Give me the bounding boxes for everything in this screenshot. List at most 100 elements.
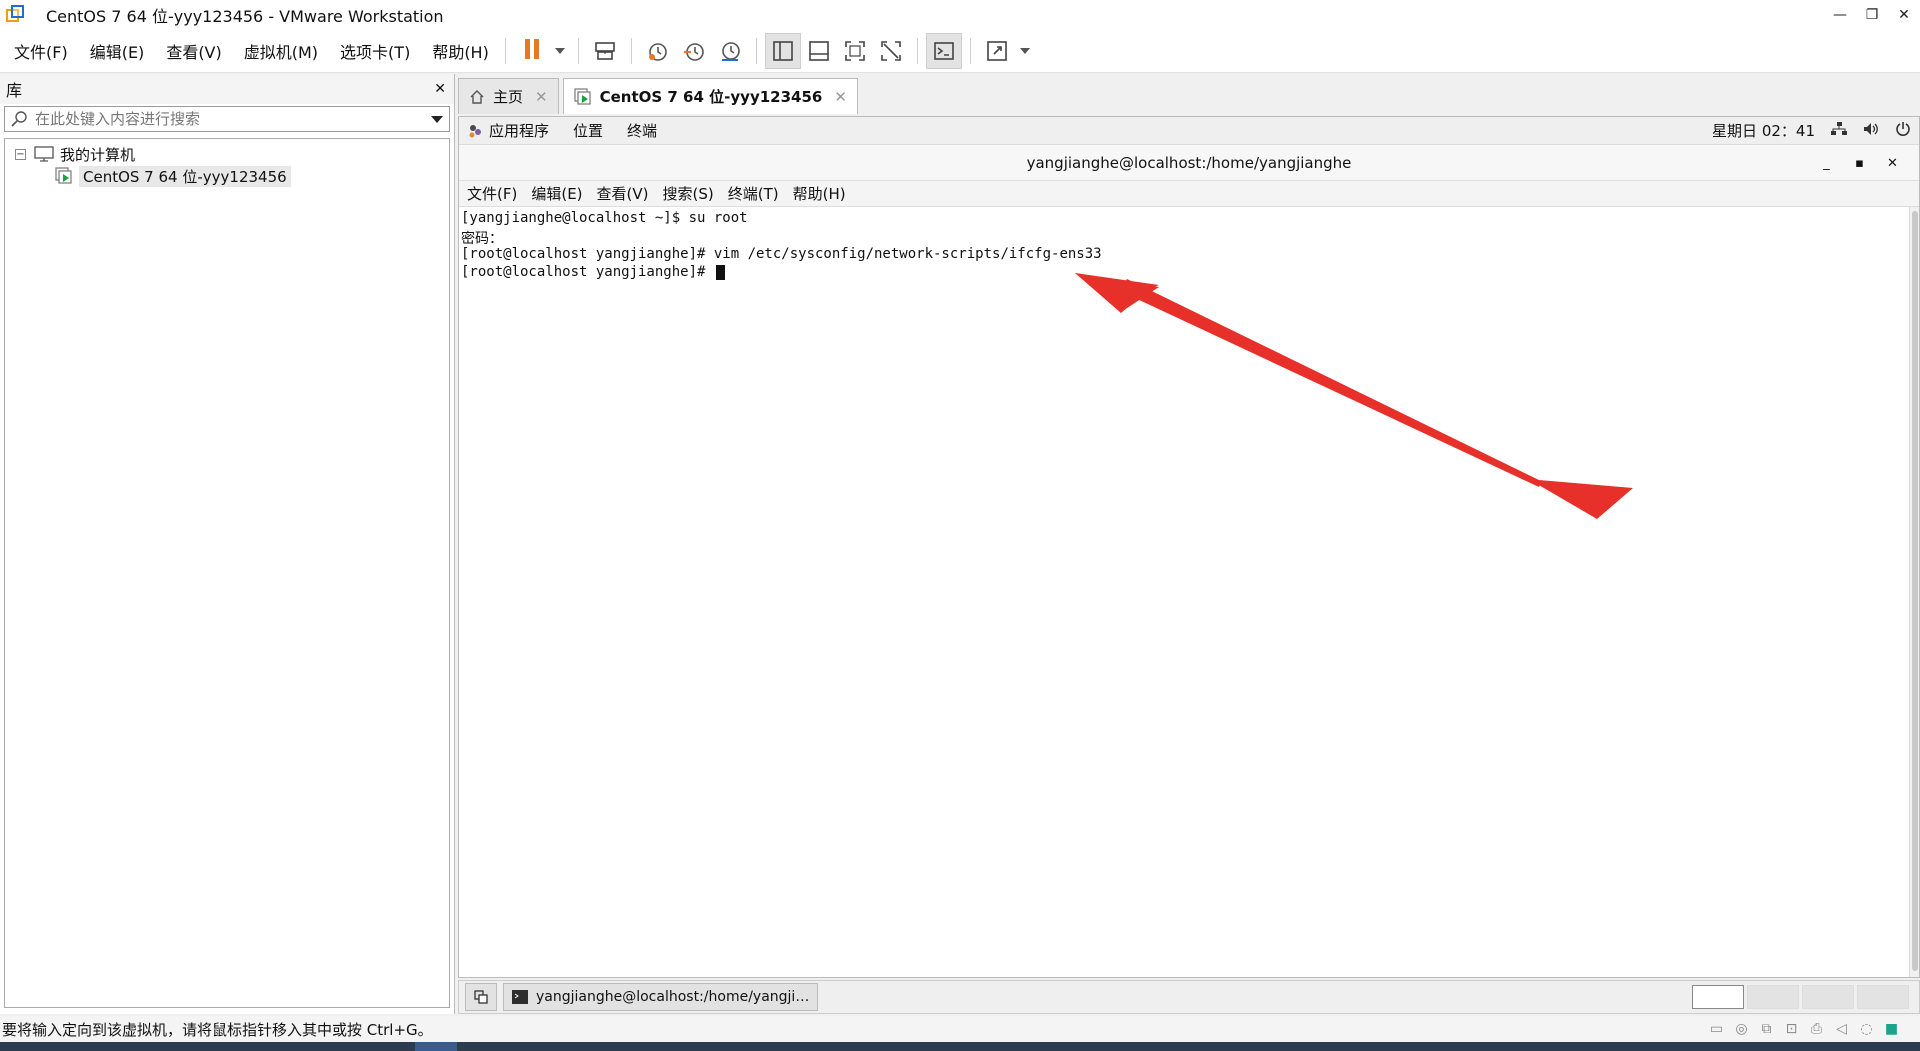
tree-label: CentOS 7 64 位-yyy123456 xyxy=(79,165,291,187)
toolbar-divider xyxy=(577,37,579,64)
home-icon xyxy=(470,89,484,104)
terminal-prompt-line: [root@localhost yangjianghe]# xyxy=(461,264,1917,282)
library-layout-icon xyxy=(773,40,793,61)
menu-toolbar: 文件(F) 编辑(E) 查看(V) 虚拟机(M) 选项卡(T) 帮助(H) xyxy=(0,29,1920,73)
terminal-menu-search[interactable]: 搜索(S) xyxy=(663,183,714,204)
snapshot-clock-icon xyxy=(648,42,667,61)
tree-item-my-computer[interactable]: − 我的计算机 xyxy=(5,143,449,165)
menu-vm[interactable]: 虚拟机(M) xyxy=(230,39,326,63)
collapse-toggle-icon[interactable]: − xyxy=(15,148,26,160)
printer-icon[interactable]: ⎙ xyxy=(1804,1021,1829,1037)
library-title: 库 xyxy=(6,81,23,100)
terminal-scrollbar[interactable] xyxy=(1909,207,1919,977)
minimize-button[interactable]: — xyxy=(1824,0,1856,29)
workspace-3[interactable] xyxy=(1802,985,1854,1009)
search-dropdown-icon[interactable] xyxy=(431,115,443,123)
show-thumbnail-bar-button[interactable] xyxy=(801,33,837,69)
taskbar-terminal-window[interactable]: yangjianghe@localhost:/home/yangji… xyxy=(503,983,819,1011)
terminal-menu-edit[interactable]: 编辑(E) xyxy=(531,183,582,204)
menu-edit[interactable]: 编辑(E) xyxy=(76,39,153,63)
send-ctrl-alt-del-button[interactable] xyxy=(587,33,623,69)
terminal-cursor xyxy=(715,264,725,280)
tab-centos-vm[interactable]: CentOS 7 64 位-yyy123456 ✕ xyxy=(562,78,858,114)
workspace-2[interactable] xyxy=(1747,985,1799,1009)
pause-button[interactable] xyxy=(514,33,550,69)
close-button[interactable]: ✕ xyxy=(1888,0,1920,29)
cd-dvd-icon[interactable]: ◎ xyxy=(1729,1021,1754,1037)
sound-card-icon[interactable]: ◁ xyxy=(1829,1021,1854,1037)
revert-snapshot-button[interactable] xyxy=(676,33,712,69)
show-library-button[interactable] xyxy=(764,32,801,69)
menu-tabs[interactable]: 选项卡(T) xyxy=(326,39,418,63)
vm-display[interactable]: 应用程序 位置 终端 星期日 02：41 yangjianghe@localho… xyxy=(458,116,1920,978)
stretch-dropdown-button[interactable] xyxy=(1015,33,1035,69)
tree-item-centos-vm[interactable]: CentOS 7 64 位-yyy123456 xyxy=(5,165,449,187)
tree-label: 我的计算机 xyxy=(60,145,136,164)
unity-button[interactable] xyxy=(873,33,909,69)
workspace-switcher xyxy=(1689,985,1909,1009)
volume-icon[interactable] xyxy=(1863,122,1879,140)
scrollbar-thumb[interactable] xyxy=(1912,211,1918,971)
terminal-minimize-button[interactable]: _ xyxy=(1810,156,1843,171)
network-icon[interactable] xyxy=(1831,121,1847,140)
terminal-menu-bar: 文件(F) 编辑(E) 查看(V) 搜索(S) 终端(T) 帮助(H) xyxy=(459,181,1919,207)
full-screen-icon xyxy=(845,40,865,61)
title-bar: CentOS 7 64 位-yyy123456 - VMware Worksta… xyxy=(0,0,1920,29)
terminal-menu-view[interactable]: 查看(V) xyxy=(597,183,649,204)
menu-help[interactable]: 帮助(H) xyxy=(418,39,497,63)
snapshot-manager-button[interactable] xyxy=(712,33,748,69)
gnome-clock[interactable]: 星期日 02：41 xyxy=(1712,120,1815,141)
gnome-terminal-menu[interactable]: 终端 xyxy=(627,120,657,141)
gnome-top-bar: 应用程序 位置 终端 星期日 02：41 xyxy=(459,117,1919,145)
tab-close-icon[interactable]: ✕ xyxy=(834,88,847,106)
pause-icon xyxy=(523,38,541,63)
menu-view[interactable]: 查看(V) xyxy=(152,39,229,63)
terminal-close-button[interactable]: ✕ xyxy=(1876,156,1909,171)
tab-label: CentOS 7 64 位-yyy123456 xyxy=(599,88,823,106)
terminal-menu-terminal[interactable]: 终端(T) xyxy=(728,183,779,204)
workspace-1[interactable] xyxy=(1692,985,1744,1009)
toolbar-divider xyxy=(504,37,506,64)
vm-running-icon xyxy=(55,167,72,184)
console-view-button[interactable] xyxy=(925,32,962,69)
menu-file[interactable]: 文件(F) xyxy=(0,39,76,63)
network-adapter-icon[interactable]: ⧉ xyxy=(1754,1021,1779,1037)
tab-close-icon[interactable]: ✕ xyxy=(535,88,548,106)
library-close-button[interactable]: ✕ xyxy=(434,81,446,97)
terminal-line: [root@localhost yangjianghe]# vim /etc/s… xyxy=(461,246,1102,262)
tab-home[interactable]: 主页 ✕ xyxy=(458,78,559,114)
usb-icon[interactable]: ⊡ xyxy=(1779,1021,1804,1037)
terminal-line: [yangjianghe@localhost ~]$ su root xyxy=(461,210,748,226)
show-desktop-button[interactable] xyxy=(465,983,497,1011)
window-title: CentOS 7 64 位-yyy123456 - VMware Worksta… xyxy=(46,6,444,26)
desktop-taskbar-edge xyxy=(0,1042,1920,1051)
terminal-menu-help[interactable]: 帮助(H) xyxy=(793,183,846,204)
terminal-menu-file[interactable]: 文件(F) xyxy=(467,183,517,204)
gnome-applications-menu[interactable]: 应用程序 xyxy=(489,120,549,141)
restore-button[interactable]: ❐ xyxy=(1856,0,1888,29)
library-search-input[interactable] xyxy=(35,110,431,128)
power-icon[interactable] xyxy=(1895,121,1911,141)
display-icon[interactable]: ◌ xyxy=(1854,1021,1879,1037)
workspace-4[interactable] xyxy=(1857,985,1909,1009)
hard-disk-icon[interactable]: ▭ xyxy=(1704,1021,1729,1037)
tab-strip: 主页 ✕ CentOS 7 64 位-yyy123456 ✕ xyxy=(458,78,862,116)
toolbar-divider xyxy=(630,37,632,64)
terminal-maximize-button[interactable]: ▪ xyxy=(1843,156,1876,171)
terminal-prompt: [root@localhost yangjianghe]# xyxy=(461,264,714,280)
terminal-output[interactable]: [yangjianghe@localhost ~]$ su root 密码： [… xyxy=(459,207,1919,977)
take-snapshot-button[interactable] xyxy=(640,33,676,69)
gnome-places-menu[interactable]: 位置 xyxy=(573,120,603,141)
status-bar: 要将输入定向到该虚拟机，请将鼠标指针移入其中或按 Ctrl+G。 ▭ ◎ ⧉ ⊡… xyxy=(0,1016,1920,1042)
chevron-down-icon xyxy=(1019,47,1030,54)
vm-running-icon xyxy=(573,87,591,105)
show-desktop-icon xyxy=(474,990,488,1004)
snapshot-manager-icon xyxy=(721,41,740,61)
stretch-button[interactable] xyxy=(979,33,1015,69)
power-dropdown-button[interactable] xyxy=(550,33,570,69)
full-screen-button[interactable] xyxy=(837,33,873,69)
chevron-down-icon xyxy=(554,47,565,54)
stretch-icon xyxy=(987,40,1007,61)
message-icon[interactable]: ■ xyxy=(1879,1021,1904,1037)
terminal-title-bar: yangjianghe@localhost:/home/yangjianghe … xyxy=(459,145,1919,181)
